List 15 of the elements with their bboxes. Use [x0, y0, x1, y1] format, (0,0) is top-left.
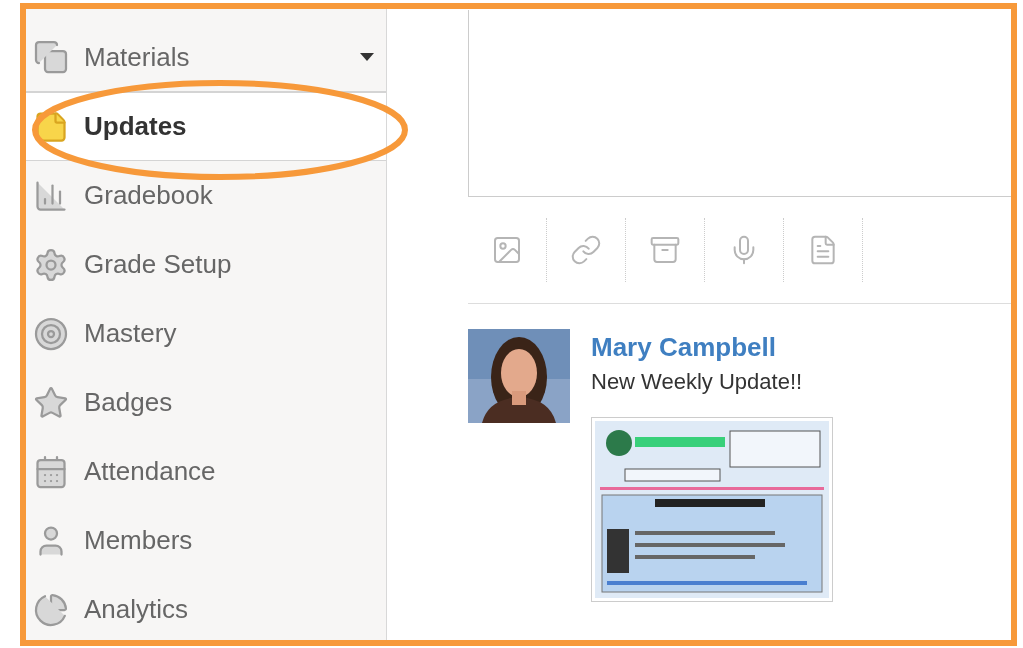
sidebar-item[interactable]: Updates	[26, 92, 386, 161]
sidebar-item[interactable]: Gradebook	[26, 161, 386, 230]
caret-icon[interactable]	[360, 53, 374, 61]
sidebar-item[interactable]: Analytics	[26, 575, 386, 644]
sidebar-item[interactable]: Grade Setup	[26, 230, 386, 299]
sidebar-item[interactable]: Badges	[26, 368, 386, 437]
sidebar-item[interactable]: Mastery	[26, 299, 386, 368]
image-icon[interactable]	[491, 234, 523, 266]
sidebar-item[interactable]: Members	[26, 506, 386, 575]
link-icon[interactable]	[570, 234, 602, 266]
post-text: New Weekly Update!!	[591, 368, 804, 396]
sidebar-item[interactable]: Attendance	[26, 437, 386, 506]
stacked-squares-icon	[32, 38, 70, 76]
author-name-link[interactable]: Mary Campbell	[591, 329, 833, 365]
archive-icon[interactable]	[649, 234, 681, 266]
